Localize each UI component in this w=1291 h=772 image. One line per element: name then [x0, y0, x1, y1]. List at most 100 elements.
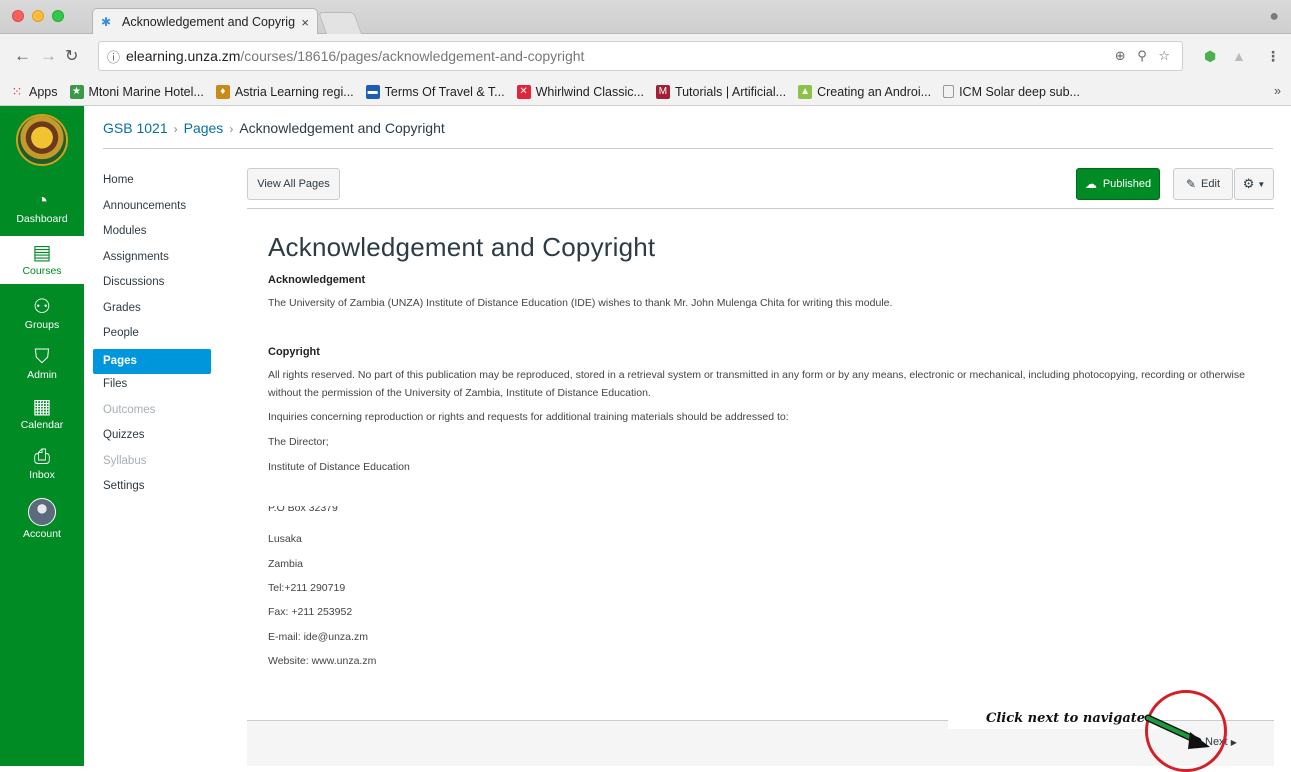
bookmark-whirlwind[interactable]: ✕ Whirlwind Classic... [516, 84, 644, 99]
annotation-arrow-icon [1144, 714, 1210, 749]
divider [103, 148, 1273, 149]
android-icon: ▲ [798, 84, 813, 99]
bookmark-favicon-icon: M [655, 84, 670, 99]
course-nav-discussions[interactable]: Discussions [93, 272, 223, 298]
profile-icon[interactable]: ● [1269, 8, 1279, 26]
nav-courses[interactable]: ▤ Courses [0, 236, 84, 284]
drive-extension-icon[interactable]: ▲ [1232, 48, 1246, 64]
chevron-right-icon: ▶ [1230, 738, 1237, 747]
breadcrumb-separator-icon: › [173, 122, 178, 136]
inquiries-text: Inquiries concerning reproduction or rig… [268, 411, 789, 423]
avatar [28, 498, 56, 526]
pobox-text: P.O Box 32379 [268, 506, 338, 514]
bookmark-mtoni[interactable]: ★ Mtoni Marine Hotel... [69, 84, 204, 99]
bookmark-icm-solar[interactable]: ICM Solar deep sub... [943, 85, 1080, 99]
back-arrow-icon[interactable]: ← [14, 46, 31, 66]
nav-inbox[interactable]: ⎙ Inbox [0, 446, 84, 481]
calendar-icon: ▦ [32, 396, 52, 418]
course-nav-assignments[interactable]: Assignments [93, 247, 223, 273]
extension-icon[interactable]: ⬢ [1204, 48, 1216, 65]
canvas-favicon-icon: ✱ [101, 14, 112, 29]
website-text: Website: www.unza.zm [268, 655, 377, 667]
published-button[interactable]: ☁ Published [1076, 168, 1160, 200]
country-text: Zambia [268, 558, 304, 570]
url-host: elearning.unza.zm [126, 48, 241, 64]
course-nav-people[interactable]: People [93, 323, 223, 349]
breadcrumb-course[interactable]: GSB 1021 [103, 120, 168, 136]
acknowledgement-heading: Acknowledgement [268, 274, 366, 286]
copyright-text: All rights reserved. No part of this pub… [268, 369, 1245, 399]
course-nav-quizzes[interactable]: Quizzes [93, 425, 223, 451]
acknowledgement-text: The University of Zambia (UNZA) Institut… [268, 297, 893, 309]
courses-icon: ▤ [32, 242, 52, 264]
settings-menu-button[interactable]: ⚙ ▼ [1234, 168, 1274, 200]
new-tab-button[interactable] [317, 12, 363, 34]
minimize-window-button[interactable] [32, 10, 44, 22]
nav-dashboard[interactable]: ◔ Dashboard [0, 190, 84, 225]
groups-icon: ⚇ [33, 296, 51, 318]
gear-icon: ⚙ [1242, 176, 1255, 191]
apps-grid-icon: ⁙ [11, 83, 23, 99]
chevron-down-icon: ▼ [1257, 179, 1266, 189]
browser-tab[interactable]: ✱ Acknowledgement and Copyrig × [92, 8, 318, 35]
unza-logo[interactable] [16, 114, 68, 166]
info-icon[interactable]: ⓘ [107, 47, 120, 66]
page-title: Acknowledgement and Copyright [268, 232, 656, 262]
breadcrumb-separator-icon: › [229, 122, 234, 136]
reload-icon[interactable]: ↻ [65, 46, 78, 66]
course-nav-settings[interactable]: Settings [93, 476, 223, 502]
bookmarks-bar: ⁙ Apps ★ Mtoni Marine Hotel... ♦ Astria … [0, 78, 1291, 106]
fax-text: Fax: +211 253952 [268, 606, 353, 618]
course-nav-syllabus[interactable]: Syllabus [93, 451, 223, 477]
breadcrumb-current: Acknowledgement and Copyright [239, 120, 445, 136]
bookmark-terms[interactable]: ▬ Terms Of Travel & T... [365, 84, 505, 99]
institute-text: Institute of Distance Education [268, 461, 410, 473]
course-nav-modules[interactable]: Modules [93, 221, 223, 247]
edit-button[interactable]: ✎ Edit [1173, 168, 1233, 200]
tel-text: Tel:+211 290719 [268, 582, 346, 594]
city-text: Lusaka [268, 533, 302, 545]
tab-close-icon[interactable]: × [301, 15, 309, 30]
bookmarks-more[interactable]: » [1274, 84, 1281, 98]
bookmark-favicon-icon: ✕ [516, 84, 531, 99]
course-nav-announcements[interactable]: Announcements [93, 196, 223, 222]
course-nav-home[interactable]: Home [93, 170, 223, 196]
dashboard-icon: ◔ [35, 190, 49, 212]
page-icon [943, 85, 955, 98]
maximize-window-button[interactable] [52, 10, 64, 22]
breadcrumb-pages[interactable]: Pages [184, 120, 224, 136]
inbox-icon: ⎙ [34, 446, 50, 468]
bookmark-apps[interactable]: ⁙ Apps [10, 83, 58, 99]
course-nav-outcomes[interactable]: Outcomes [93, 400, 223, 426]
bookmark-android[interactable]: ▲ Creating an Androi... [798, 84, 931, 99]
course-nav-pages[interactable]: Pages [93, 348, 211, 374]
nav-account[interactable]: Account [0, 498, 84, 540]
pencil-icon: ✎ [1185, 177, 1197, 191]
bookmark-favicon-icon: ♦ [215, 84, 230, 99]
nav-groups[interactable]: ⚇ Groups [0, 296, 84, 331]
view-all-pages-button[interactable]: View All Pages [247, 168, 340, 200]
global-nav: ◔ Dashboard ▤ Courses ⚇ Groups ⛉ Admin ▦… [0, 106, 84, 766]
bookmark-astria[interactable]: ♦ Astria Learning regi... [215, 84, 354, 99]
course-nav-files[interactable]: Files [93, 374, 223, 400]
forward-arrow-icon[interactable]: → [40, 46, 57, 66]
bookmark-favicon-icon: ★ [69, 84, 84, 99]
zoom-star-icons[interactable]: ⊕ ⚲ ☆ [1115, 48, 1174, 64]
close-window-button[interactable] [12, 10, 24, 22]
tab-title: Acknowledgement and Copyrig [122, 15, 296, 29]
url-input[interactable]: ⓘ elearning.unza.zm/courses/18616/pages/… [98, 41, 1183, 71]
url-path: /courses/18616/pages/acknowledgement-and… [240, 48, 585, 64]
nav-admin[interactable]: ⛉ Admin [0, 346, 84, 381]
bookmark-favicon-icon: ▬ [365, 84, 380, 99]
bookmark-tutorials[interactable]: M Tutorials | Artificial... [655, 84, 786, 99]
copyright-heading: Copyright [268, 346, 320, 358]
breadcrumb: GSB 1021 › Pages › Acknowledgement and Copyr… [103, 120, 445, 136]
browser-menu-icon[interactable]: ⋮ [1266, 48, 1280, 65]
course-nav-grades[interactable]: Grades [93, 298, 223, 324]
cloud-check-icon: ☁ [1084, 177, 1097, 191]
divider [247, 208, 1274, 209]
director-text: The Director; [268, 436, 329, 448]
admin-shield-icon: ⛉ [34, 346, 50, 368]
course-nav: Home Announcements Modules Assignments D… [93, 170, 223, 502]
nav-calendar[interactable]: ▦ Calendar [0, 396, 84, 431]
